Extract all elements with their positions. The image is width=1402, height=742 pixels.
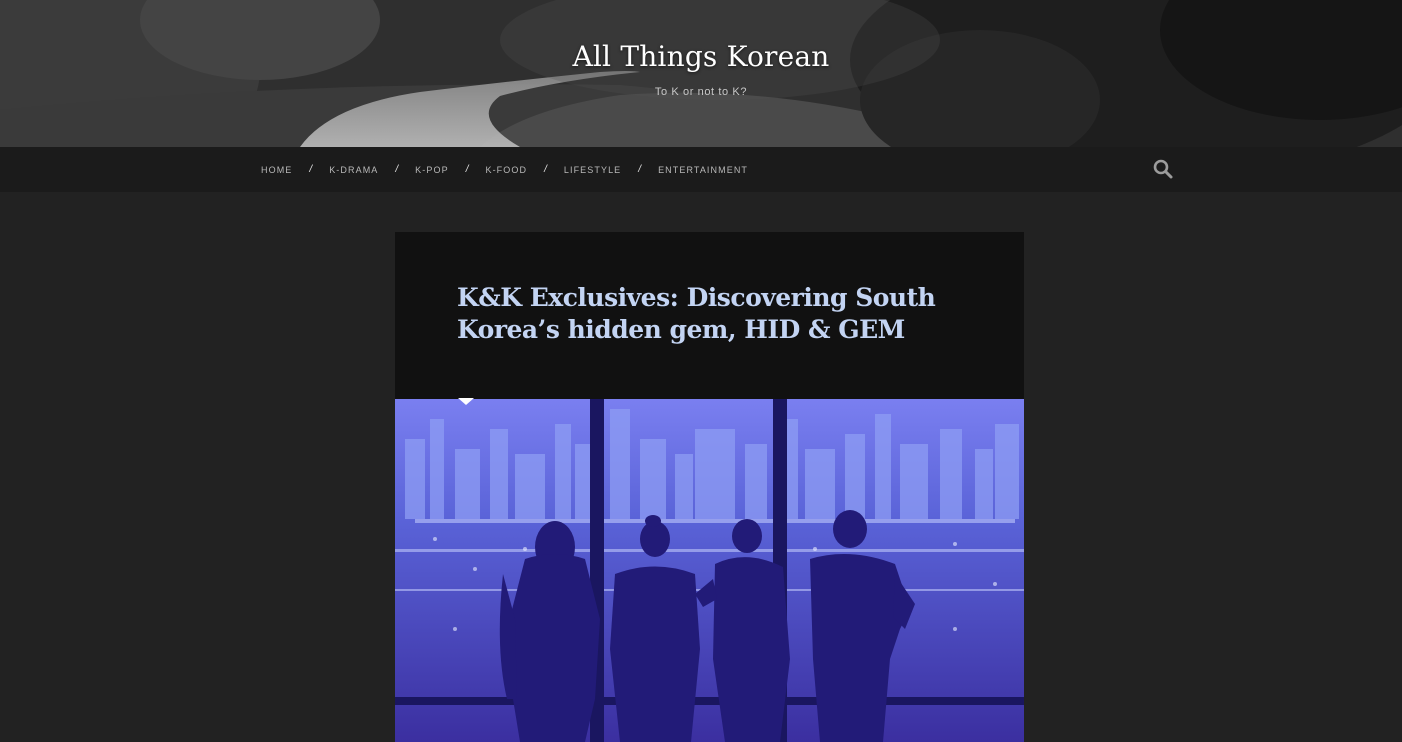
nav-item-k-pop[interactable]: K-POP	[415, 165, 449, 175]
post-card: K&K Exclusives: Discovering South Korea’…	[395, 232, 1024, 742]
nav-item-entertainment[interactable]: ENTERTAINMENT	[658, 165, 748, 175]
main-navigation: HOME / K-DRAMA / K-POP / K-FOOD / LIFEST…	[0, 147, 1402, 192]
site-header: All Things Korean To K or not to K?	[0, 0, 1402, 147]
nav-item-lifestyle[interactable]: LIFESTYLE	[564, 165, 621, 175]
header-background-image	[0, 0, 1402, 147]
search-icon	[1153, 159, 1173, 179]
site-title[interactable]: All Things Korean	[0, 40, 1402, 73]
site-tagline: To K or not to K?	[654, 86, 748, 98]
post-title[interactable]: K&K Exclusives: Discovering South Korea’…	[457, 282, 937, 346]
nav-item-k-food[interactable]: K-FOOD	[485, 165, 527, 175]
nav-separator: /	[395, 164, 399, 175]
nav-separator: /	[309, 164, 313, 175]
nav-item-k-drama[interactable]: K-DRAMA	[329, 165, 378, 175]
nav-menu: HOME / K-DRAMA / K-POP / K-FOOD / LIFEST…	[261, 147, 748, 192]
featured-image[interactable]	[395, 399, 1024, 742]
nav-separator: /	[465, 164, 469, 175]
search-button[interactable]	[1152, 158, 1174, 180]
nav-separator: /	[544, 164, 547, 175]
nav-item-home[interactable]: HOME	[261, 165, 292, 175]
nav-separator: /	[638, 164, 642, 175]
post-notch	[458, 398, 474, 405]
